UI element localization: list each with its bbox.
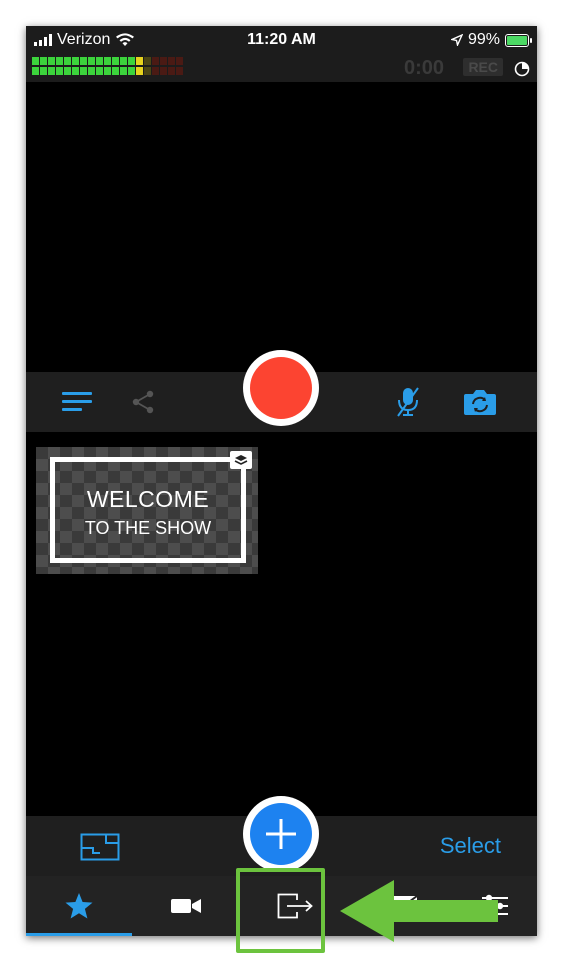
meter-segment — [80, 67, 87, 75]
record-button[interactable] — [243, 350, 319, 426]
meter-segment — [136, 57, 143, 65]
meter-segment — [104, 57, 111, 65]
meter-segment — [112, 57, 119, 65]
meter-segment — [128, 57, 135, 65]
meter-segment — [48, 57, 55, 65]
meter-segment — [40, 57, 47, 65]
camera-preview[interactable] — [26, 82, 537, 372]
mic-off-icon[interactable] — [396, 386, 420, 418]
meter-segment — [128, 67, 135, 75]
thumbnail-subtitle: TO THE SHOW — [84, 518, 212, 538]
meter-segment — [152, 67, 159, 75]
battery-percent: 99% — [467, 31, 500, 48]
record-dot — [250, 357, 312, 419]
meter-segment — [176, 67, 183, 75]
thumbnail-frame: WELCOME TO THE SHOW — [50, 457, 246, 563]
meter-segment — [120, 67, 127, 75]
meter-segment — [96, 57, 103, 65]
storage-pie-icon[interactable] — [514, 61, 530, 77]
meter-segment — [32, 67, 39, 75]
plus-icon — [266, 819, 296, 849]
audio-meter-row: 0:00 REC — [26, 54, 537, 82]
layers-icon — [230, 451, 252, 469]
highlight-box — [236, 868, 325, 953]
status-bar: Verizon 11:20 AM 99% — [26, 26, 537, 54]
meter-segment — [32, 57, 39, 65]
select-button[interactable]: Select — [440, 833, 501, 859]
meter-segment — [64, 57, 71, 65]
meter-segment — [104, 67, 111, 75]
location-arrow-icon — [450, 34, 463, 46]
meter-segment — [152, 57, 159, 65]
tab-video[interactable] — [132, 876, 240, 936]
meter-segment — [168, 57, 175, 65]
recording-timer: 0:00 — [403, 57, 444, 79]
add-button-inner — [250, 803, 312, 865]
rec-badge: REC — [463, 58, 503, 76]
phone-screen: Verizon 11:20 AM 99% 0:00 REC WELCOME TO… — [26, 26, 537, 936]
meter-segment — [72, 57, 79, 65]
meter-segment — [40, 67, 47, 75]
meter-segment — [64, 67, 71, 75]
tab-favorites[interactable] — [26, 876, 132, 936]
meter-segment — [88, 67, 95, 75]
star-icon — [65, 893, 93, 919]
meter-segment — [144, 57, 151, 65]
meter-segment — [80, 57, 87, 65]
meter-segment — [136, 67, 143, 75]
thumbnail-title: WELCOME — [86, 486, 210, 512]
share-icon[interactable] — [130, 389, 156, 415]
battery-icon — [505, 33, 532, 47]
camera-switch-icon[interactable] — [463, 388, 497, 416]
meter-segment — [144, 67, 151, 75]
audio-level-meter — [32, 57, 183, 75]
meter-segment — [88, 57, 95, 65]
overlay-thumbnail[interactable]: WELCOME TO THE SHOW — [36, 447, 258, 574]
video-camera-icon — [171, 899, 201, 913]
overlay-grid: WELCOME TO THE SHOW — [26, 432, 537, 816]
meter-segment — [96, 67, 103, 75]
status-right: 99% — [450, 31, 532, 49]
meter-segment — [56, 67, 63, 75]
layout-icon[interactable] — [80, 833, 120, 861]
meter-segment — [160, 67, 167, 75]
meter-segment — [48, 67, 55, 75]
meter-segment — [120, 57, 127, 65]
add-button[interactable] — [243, 796, 319, 872]
arrow-left-icon — [340, 880, 498, 942]
meter-segment — [160, 57, 167, 65]
meter-segment — [56, 57, 63, 65]
meter-segment — [168, 67, 175, 75]
meter-segment — [112, 67, 119, 75]
meter-segment — [72, 67, 79, 75]
menu-lines-icon[interactable] — [62, 391, 92, 413]
meter-segment — [176, 57, 183, 65]
